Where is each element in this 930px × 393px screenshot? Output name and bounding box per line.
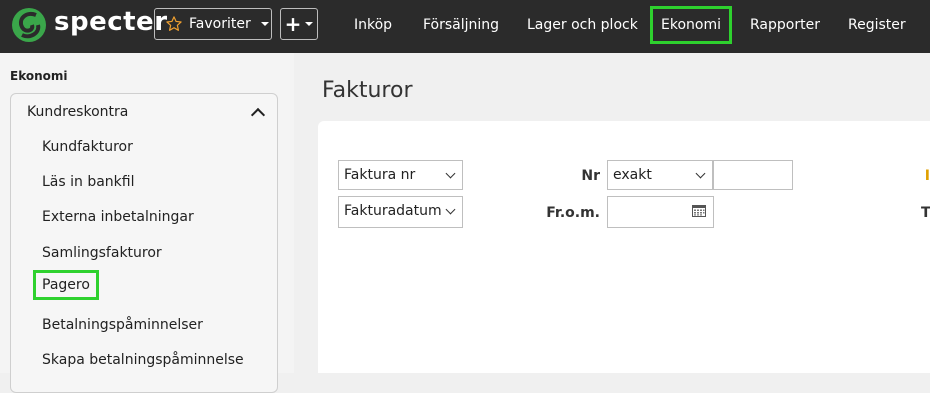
page-title: Fakturor [322, 78, 413, 103]
nav-register[interactable]: Register [848, 10, 906, 40]
chevron-down-icon [445, 168, 456, 179]
nav-lager-och-plock[interactable]: Lager och plock [527, 10, 638, 40]
match-select-value: exakt [613, 167, 652, 183]
caret-down-icon [305, 22, 314, 26]
nav-forsaljning[interactable]: Försäljning [423, 10, 499, 40]
nav-ekonomi[interactable]: Ekonomi [650, 6, 732, 44]
from-date-input[interactable] [607, 196, 714, 228]
chevron-up-icon[interactable] [250, 107, 266, 123]
nr-input[interactable] [713, 160, 793, 190]
caret-down-icon [260, 22, 269, 26]
from-date-label: Fr.o.m. [546, 205, 600, 221]
sidebar-section-title: Ekonomi [10, 69, 68, 83]
match-select[interactable]: exakt [607, 160, 713, 190]
accordion-kundreskontra: Kundreskontra [10, 93, 278, 393]
truncated-label-1: I [924, 168, 930, 184]
truncated-label-2: T [921, 205, 930, 221]
nr-label: Nr [581, 168, 600, 184]
specter-logo-icon [12, 8, 46, 42]
field-select-value: Faktura nr [344, 167, 416, 183]
sidebar-item-externa-inbetalningar[interactable]: Externa inbetalningar [42, 209, 194, 225]
plus-icon: + [284, 12, 302, 36]
sidebar-item-betalningspaminnelser[interactable]: Betalningspåminnelser [42, 317, 203, 333]
field-select-faktura-nr[interactable]: Faktura nr [338, 160, 463, 190]
sidebar-item-kundfakturor[interactable]: Kundfakturor [42, 139, 133, 155]
add-new-dropdown-button[interactable]: + [280, 8, 318, 40]
filter-panel [318, 121, 930, 373]
nav-rapporter[interactable]: Rapporter [750, 10, 820, 40]
brand-name: specter [54, 7, 168, 37]
favorites-label: Favoriter [189, 16, 251, 32]
star-icon [166, 16, 182, 31]
chevron-down-icon [695, 168, 706, 179]
calendar-icon[interactable] [692, 205, 706, 217]
sidebar: Ekonomi Kundreskontra Kundfakturor Läs i… [0, 53, 294, 393]
chevron-down-icon [445, 204, 456, 215]
nav-inkop[interactable]: Inköp [354, 10, 392, 40]
field-select-fakturadatum[interactable]: Fakturadatum [338, 196, 463, 228]
sidebar-item-las-in-bankfil[interactable]: Läs in bankfil [42, 174, 135, 190]
favorites-dropdown-button[interactable]: Favoriter [154, 8, 272, 40]
sidebar-item-skapa-betalningspaminnelse[interactable]: Skapa betalningspåminnelse [42, 352, 244, 368]
sidebar-item-pagero[interactable]: Pagero [33, 270, 99, 300]
top-navbar: specter Favoriter + Inköp Försäljning La… [0, 0, 930, 53]
accordion-header-label[interactable]: Kundreskontra [27, 104, 128, 120]
sidebar-item-samlingsfakturor[interactable]: Samlingsfakturor [42, 245, 162, 261]
field-select-value: Fakturadatum [344, 203, 442, 219]
